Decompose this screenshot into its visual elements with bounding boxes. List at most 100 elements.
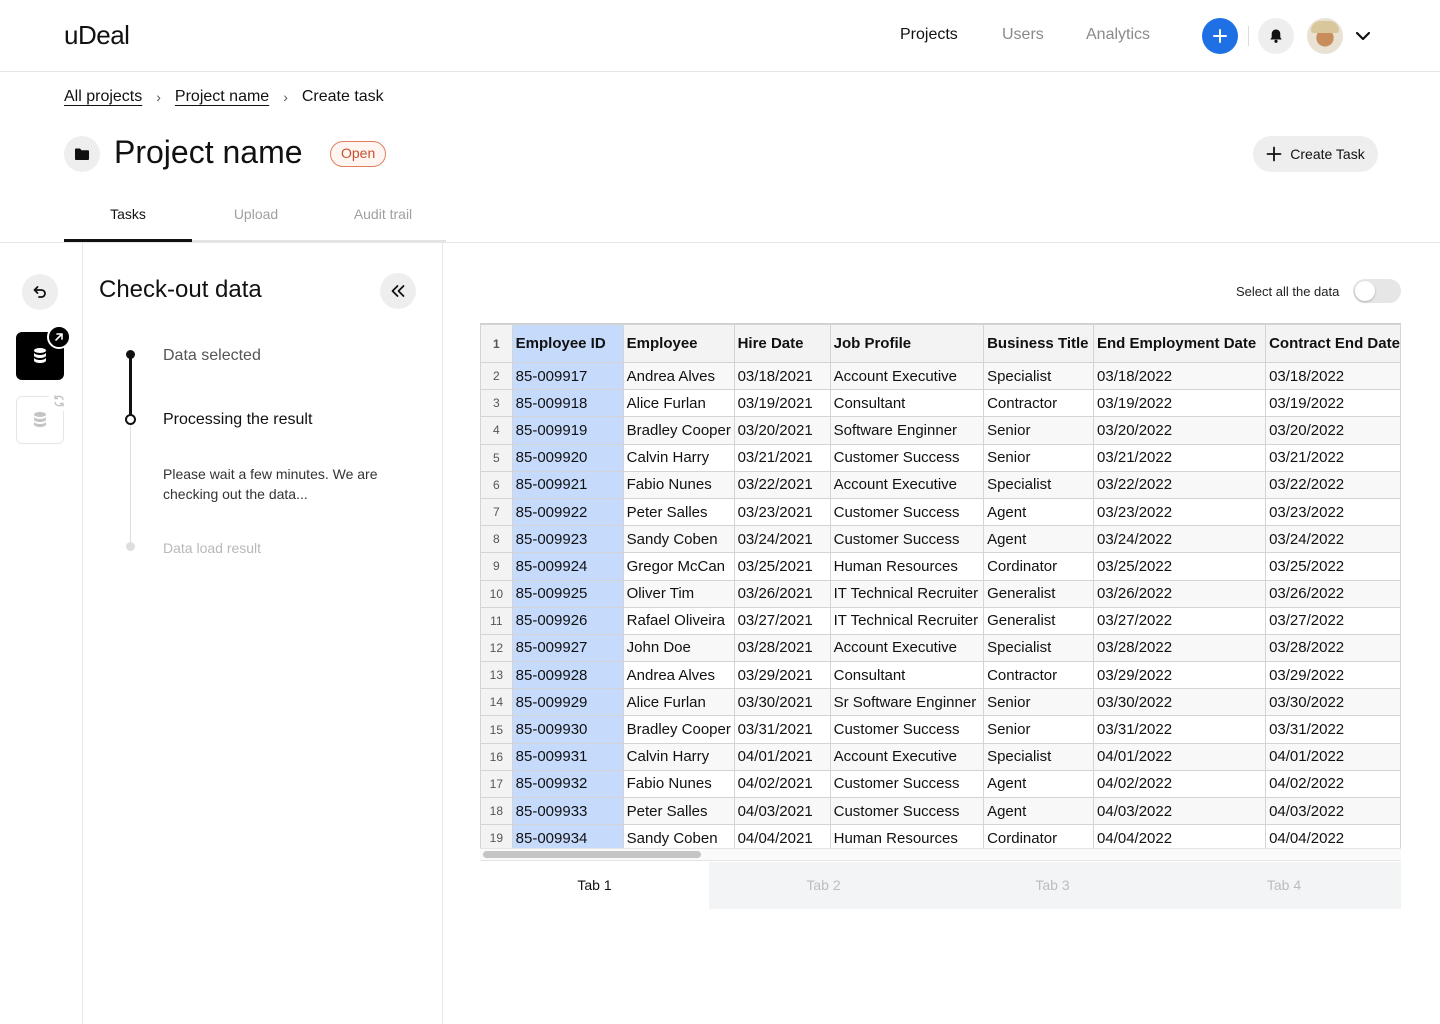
table-cell[interactable]: 03/31/2022 (1265, 715, 1401, 744)
table-cell[interactable]: 03/26/2021 (733, 579, 831, 608)
table-cell[interactable]: 85-009917 (511, 361, 624, 391)
nav-users[interactable]: Users (1002, 26, 1044, 44)
table-cell[interactable]: 03/23/2021 (733, 497, 831, 527)
table-cell[interactable]: 03/27/2021 (733, 606, 831, 635)
table-cell[interactable]: Agent (983, 796, 1095, 826)
table-cell[interactable]: 03/25/2022 (1265, 552, 1401, 581)
table-cell[interactable]: 85-009934 (511, 824, 624, 848)
tab-tasks[interactable]: Tasks (64, 206, 192, 222)
table-cell[interactable]: Sr Software Enginner (829, 688, 985, 717)
table-cell[interactable]: Customer Success (829, 715, 985, 744)
sheet-tab-1[interactable]: Tab 1 (480, 862, 709, 909)
table-cell[interactable]: 03/23/2022 (1093, 497, 1267, 527)
table-cell[interactable]: Fabio Nunes (622, 470, 735, 499)
undo-button[interactable] (22, 274, 58, 310)
table-cell[interactable]: Cordinator (983, 552, 1095, 581)
table-cell[interactable]: 04/01/2022 (1265, 742, 1401, 771)
table-cell[interactable]: Customer Success (829, 796, 985, 826)
column-header[interactable]: Employee (622, 324, 735, 363)
chevron-down-icon[interactable] (1354, 26, 1372, 46)
table-cell[interactable]: Cordinator (983, 824, 1095, 848)
table-cell[interactable]: 03/26/2022 (1265, 579, 1401, 608)
table-cell[interactable]: 03/18/2022 (1265, 361, 1401, 391)
table-cell[interactable]: 04/02/2022 (1093, 769, 1267, 799)
column-header[interactable]: Contract End Date (1265, 324, 1401, 363)
table-cell[interactable]: Generalist (983, 579, 1095, 608)
table-cell[interactable]: 04/04/2022 (1265, 824, 1401, 848)
add-button[interactable] (1202, 18, 1238, 54)
sheet-tab-2[interactable]: Tab 2 (709, 862, 938, 909)
table-cell[interactable]: Account Executive (829, 742, 985, 771)
table-cell[interactable]: Alice Furlan (622, 389, 735, 418)
column-header[interactable]: Hire Date (733, 324, 831, 363)
spreadsheet[interactable]: 1 Employee ID Employee Hire Date Job Profile… (480, 323, 1401, 848)
table-cell[interactable]: 03/22/2022 (1093, 470, 1267, 499)
table-cell[interactable]: 03/21/2022 (1265, 443, 1401, 472)
table-cell[interactable]: Alice Furlan (622, 688, 735, 717)
table-cell[interactable]: 03/20/2021 (733, 416, 831, 445)
table-cell[interactable]: Human Resources (829, 552, 985, 581)
column-header[interactable]: Job Profile (829, 324, 985, 363)
table-cell[interactable]: 03/27/2022 (1265, 606, 1401, 635)
table-cell[interactable]: Contractor (983, 389, 1095, 418)
sheet-tab-3[interactable]: Tab 3 (938, 862, 1167, 909)
table-cell[interactable]: Sandy Coben (622, 525, 735, 554)
table-cell[interactable]: 04/02/2021 (733, 769, 831, 799)
table-cell[interactable]: 85-009926 (511, 606, 624, 635)
column-header[interactable]: Business Title (983, 324, 1095, 363)
table-cell[interactable]: 03/28/2022 (1093, 633, 1267, 663)
table-cell[interactable]: Customer Success (829, 497, 985, 527)
table-cell[interactable]: Agent (983, 525, 1095, 554)
table-cell[interactable]: 04/02/2022 (1265, 769, 1401, 799)
table-cell[interactable]: 85-009928 (511, 661, 624, 690)
table-cell[interactable]: 03/22/2021 (733, 470, 831, 499)
table-cell[interactable]: Generalist (983, 606, 1095, 635)
table-cell[interactable]: 03/21/2022 (1093, 443, 1267, 472)
table-cell[interactable]: 04/03/2021 (733, 796, 831, 826)
table-cell[interactable]: Customer Success (829, 525, 985, 554)
notifications-button[interactable] (1258, 18, 1294, 54)
table-cell[interactable]: 85-009919 (511, 416, 624, 445)
table-cell[interactable]: 85-009918 (511, 389, 624, 418)
table-cell[interactable]: 03/30/2022 (1265, 688, 1401, 717)
table-cell[interactable]: 03/30/2021 (733, 688, 831, 717)
table-cell[interactable]: John Doe (622, 633, 735, 663)
table-cell[interactable]: Calvin Harry (622, 742, 735, 771)
table-cell[interactable]: Software Enginner (829, 416, 985, 445)
table-cell[interactable]: Agent (983, 769, 1095, 799)
table-cell[interactable]: 03/22/2022 (1265, 470, 1401, 499)
table-cell[interactable]: 03/19/2022 (1093, 389, 1267, 418)
table-cell[interactable]: 03/26/2022 (1093, 579, 1267, 608)
table-cell[interactable]: 85-009929 (511, 688, 624, 717)
collapse-panel-button[interactable] (380, 273, 416, 309)
table-cell[interactable]: Specialist (983, 361, 1095, 391)
table-cell[interactable]: Andrea Alves (622, 361, 735, 391)
table-cell[interactable]: 03/27/2022 (1093, 606, 1267, 635)
table-cell[interactable]: 03/31/2022 (1093, 715, 1267, 744)
table-cell[interactable]: 03/28/2021 (733, 633, 831, 663)
table-cell[interactable]: 04/01/2022 (1093, 742, 1267, 771)
table-cell[interactable]: 03/30/2022 (1093, 688, 1267, 717)
table-cell[interactable]: 03/29/2021 (733, 661, 831, 690)
nav-projects[interactable]: Projects (900, 26, 958, 44)
table-cell[interactable]: 03/23/2022 (1265, 497, 1401, 527)
table-cell[interactable]: IT Technical Recruiter (829, 579, 985, 608)
table-cell[interactable]: 04/03/2022 (1265, 796, 1401, 826)
app-logo[interactable]: uDeal (64, 20, 130, 51)
table-cell[interactable]: 03/24/2021 (733, 525, 831, 554)
table-cell[interactable]: Sandy Coben (622, 824, 735, 848)
column-header[interactable]: Employee ID (511, 324, 624, 363)
table-cell[interactable]: Senior (983, 688, 1095, 717)
table-cell[interactable]: Specialist (983, 633, 1095, 663)
table-cell[interactable]: Oliver Tim (622, 579, 735, 608)
column-header[interactable]: End Employment Date (1093, 324, 1267, 363)
table-cell[interactable]: IT Technical Recruiter (829, 606, 985, 635)
table-cell[interactable]: 85-009927 (511, 633, 624, 663)
table-cell[interactable]: Consultant (829, 389, 985, 418)
table-cell[interactable]: Peter Salles (622, 796, 735, 826)
table-cell[interactable]: Bradley Cooper (622, 416, 735, 445)
folder-button[interactable] (64, 136, 100, 172)
user-avatar[interactable] (1307, 18, 1343, 54)
table-cell[interactable]: Customer Success (829, 443, 985, 472)
table-cell[interactable]: 03/29/2022 (1265, 661, 1401, 690)
